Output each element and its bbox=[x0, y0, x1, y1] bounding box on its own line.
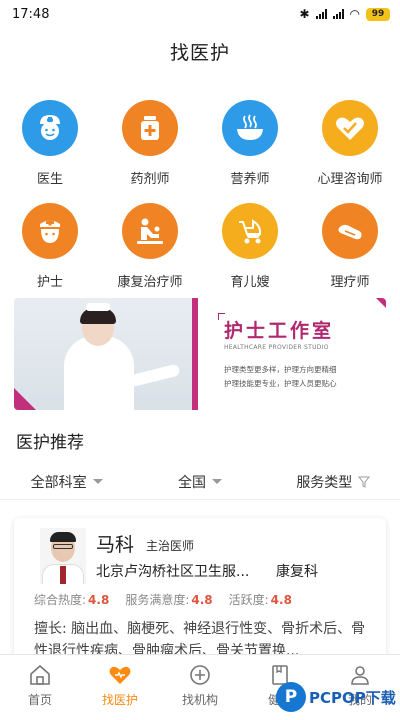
plus-circle-icon bbox=[190, 665, 210, 685]
doctor-hospital: 北京卢沟桥社区卫生服... bbox=[96, 564, 250, 580]
wifi-icon: ◠ bbox=[349, 7, 360, 21]
home-icon bbox=[30, 664, 50, 685]
category-label: 心理咨询师 bbox=[317, 172, 383, 187]
status-indicators: ✱ ◠ 99 bbox=[299, 7, 390, 21]
page-title: 找医护 bbox=[169, 42, 230, 64]
filter-label: 全部科室 bbox=[30, 474, 87, 491]
stat-activity: 活跃度: 4.8 bbox=[228, 593, 292, 607]
tab-find-institution[interactable]: 找机构 bbox=[160, 655, 240, 720]
banner-title: 护士工作室 bbox=[217, 313, 334, 343]
category-label: 理疗师 bbox=[330, 275, 370, 290]
avatar bbox=[40, 528, 86, 584]
category-nanny[interactable]: 育儿嫂 bbox=[200, 203, 300, 290]
filter-department[interactable]: 全部科室 bbox=[0, 472, 133, 492]
heart-icon bbox=[322, 100, 378, 156]
caret-down-icon bbox=[211, 479, 222, 484]
category-physiotherapist[interactable]: 理疗师 bbox=[300, 203, 400, 290]
filter-label: 全国 bbox=[177, 474, 206, 491]
banner-line-2: 护理技能更专业，护理人员更贴心 bbox=[224, 379, 337, 388]
doctor-title: 主治医师 bbox=[146, 539, 195, 553]
nurse-icon bbox=[22, 203, 78, 259]
category-label: 护士 bbox=[36, 275, 63, 290]
doctor-icon bbox=[22, 100, 78, 156]
doctor-stats: 综合热度: 4.8 服务满意度: 4.8 活跃度: 4.8 bbox=[34, 591, 292, 608]
category-label: 育儿嫂 bbox=[230, 275, 270, 290]
status-bar: 17:48 ✱ ◠ 99 bbox=[0, 0, 400, 28]
bluetooth-icon: ✱ bbox=[299, 7, 310, 21]
category-psychologist[interactable]: 心理咨询师 bbox=[300, 100, 400, 187]
tab-label: 找机构 bbox=[181, 693, 218, 707]
watermark-text: PCPOP下载 bbox=[309, 688, 396, 707]
physio-icon bbox=[322, 203, 378, 259]
doctor-department: 康复科 bbox=[276, 564, 318, 580]
category-nurse[interactable]: 护士 bbox=[0, 203, 100, 290]
stroller-icon bbox=[222, 203, 278, 259]
filter-bar: 全部科室 全国 服务类型 bbox=[0, 464, 400, 500]
category-label: 康复治疗师 bbox=[117, 275, 183, 290]
tab-label: 找医护 bbox=[101, 693, 138, 707]
tab-find-medical[interactable]: 找医护 bbox=[80, 655, 160, 720]
filter-region[interactable]: 全国 bbox=[133, 472, 266, 492]
banner-line-1: 护理类型更多样，护理方向更精细 bbox=[224, 365, 337, 374]
food-bowl-icon bbox=[222, 100, 278, 156]
doctor-name: 马科 bbox=[96, 534, 135, 556]
status-time: 17:48 bbox=[12, 6, 50, 22]
battery-icon: 99 bbox=[366, 7, 390, 21]
tab-label: 首页 bbox=[27, 693, 52, 707]
filter-label: 服务类型 bbox=[296, 474, 353, 491]
nurse-studio-banner[interactable]: 护士工作室 HEALTHCARE PROVIDER STUDIO 护理类型更多样… bbox=[14, 298, 386, 410]
filter-service-type[interactable]: 服务类型 bbox=[267, 472, 400, 492]
category-label: 药剂师 bbox=[130, 172, 170, 187]
category-label: 营养师 bbox=[230, 172, 270, 187]
heart-icon bbox=[109, 666, 131, 684]
category-rehab-therapist[interactable]: 康复治疗师 bbox=[100, 203, 200, 290]
signal-icon-2 bbox=[332, 9, 344, 19]
banner-subtitle: HEALTHCARE PROVIDER STUDIO bbox=[224, 344, 329, 351]
category-nutritionist[interactable]: 营养师 bbox=[200, 100, 300, 187]
banner-text-panel: 护士工作室 HEALTHCARE PROVIDER STUDIO 护理类型更多样… bbox=[198, 298, 386, 410]
category-pharmacist[interactable]: 药剂师 bbox=[100, 100, 200, 187]
category-doctor[interactable]: 医生 bbox=[0, 100, 100, 187]
tab-home[interactable]: 首页 bbox=[0, 655, 80, 720]
watermark-icon: P bbox=[276, 682, 306, 712]
section-title: 医护推荐 bbox=[16, 433, 84, 453]
stat-overall: 综合热度: 4.8 bbox=[34, 593, 110, 607]
banner-photo bbox=[14, 298, 196, 410]
category-grid: 医生 药剂师 营养师 心理咨询师 护士 康复治疗师 育儿嫂 理疗师 bbox=[0, 100, 400, 290]
rehab-icon bbox=[122, 203, 178, 259]
signal-icon bbox=[315, 9, 327, 19]
caret-down-icon bbox=[92, 479, 103, 484]
category-label: 医生 bbox=[36, 172, 63, 187]
stat-satisfaction: 服务满意度: 4.8 bbox=[125, 593, 213, 607]
filter-icon bbox=[358, 476, 371, 488]
medicine-bottle-icon bbox=[122, 100, 178, 156]
watermark-logo: P PCPOP下载 bbox=[276, 682, 396, 712]
